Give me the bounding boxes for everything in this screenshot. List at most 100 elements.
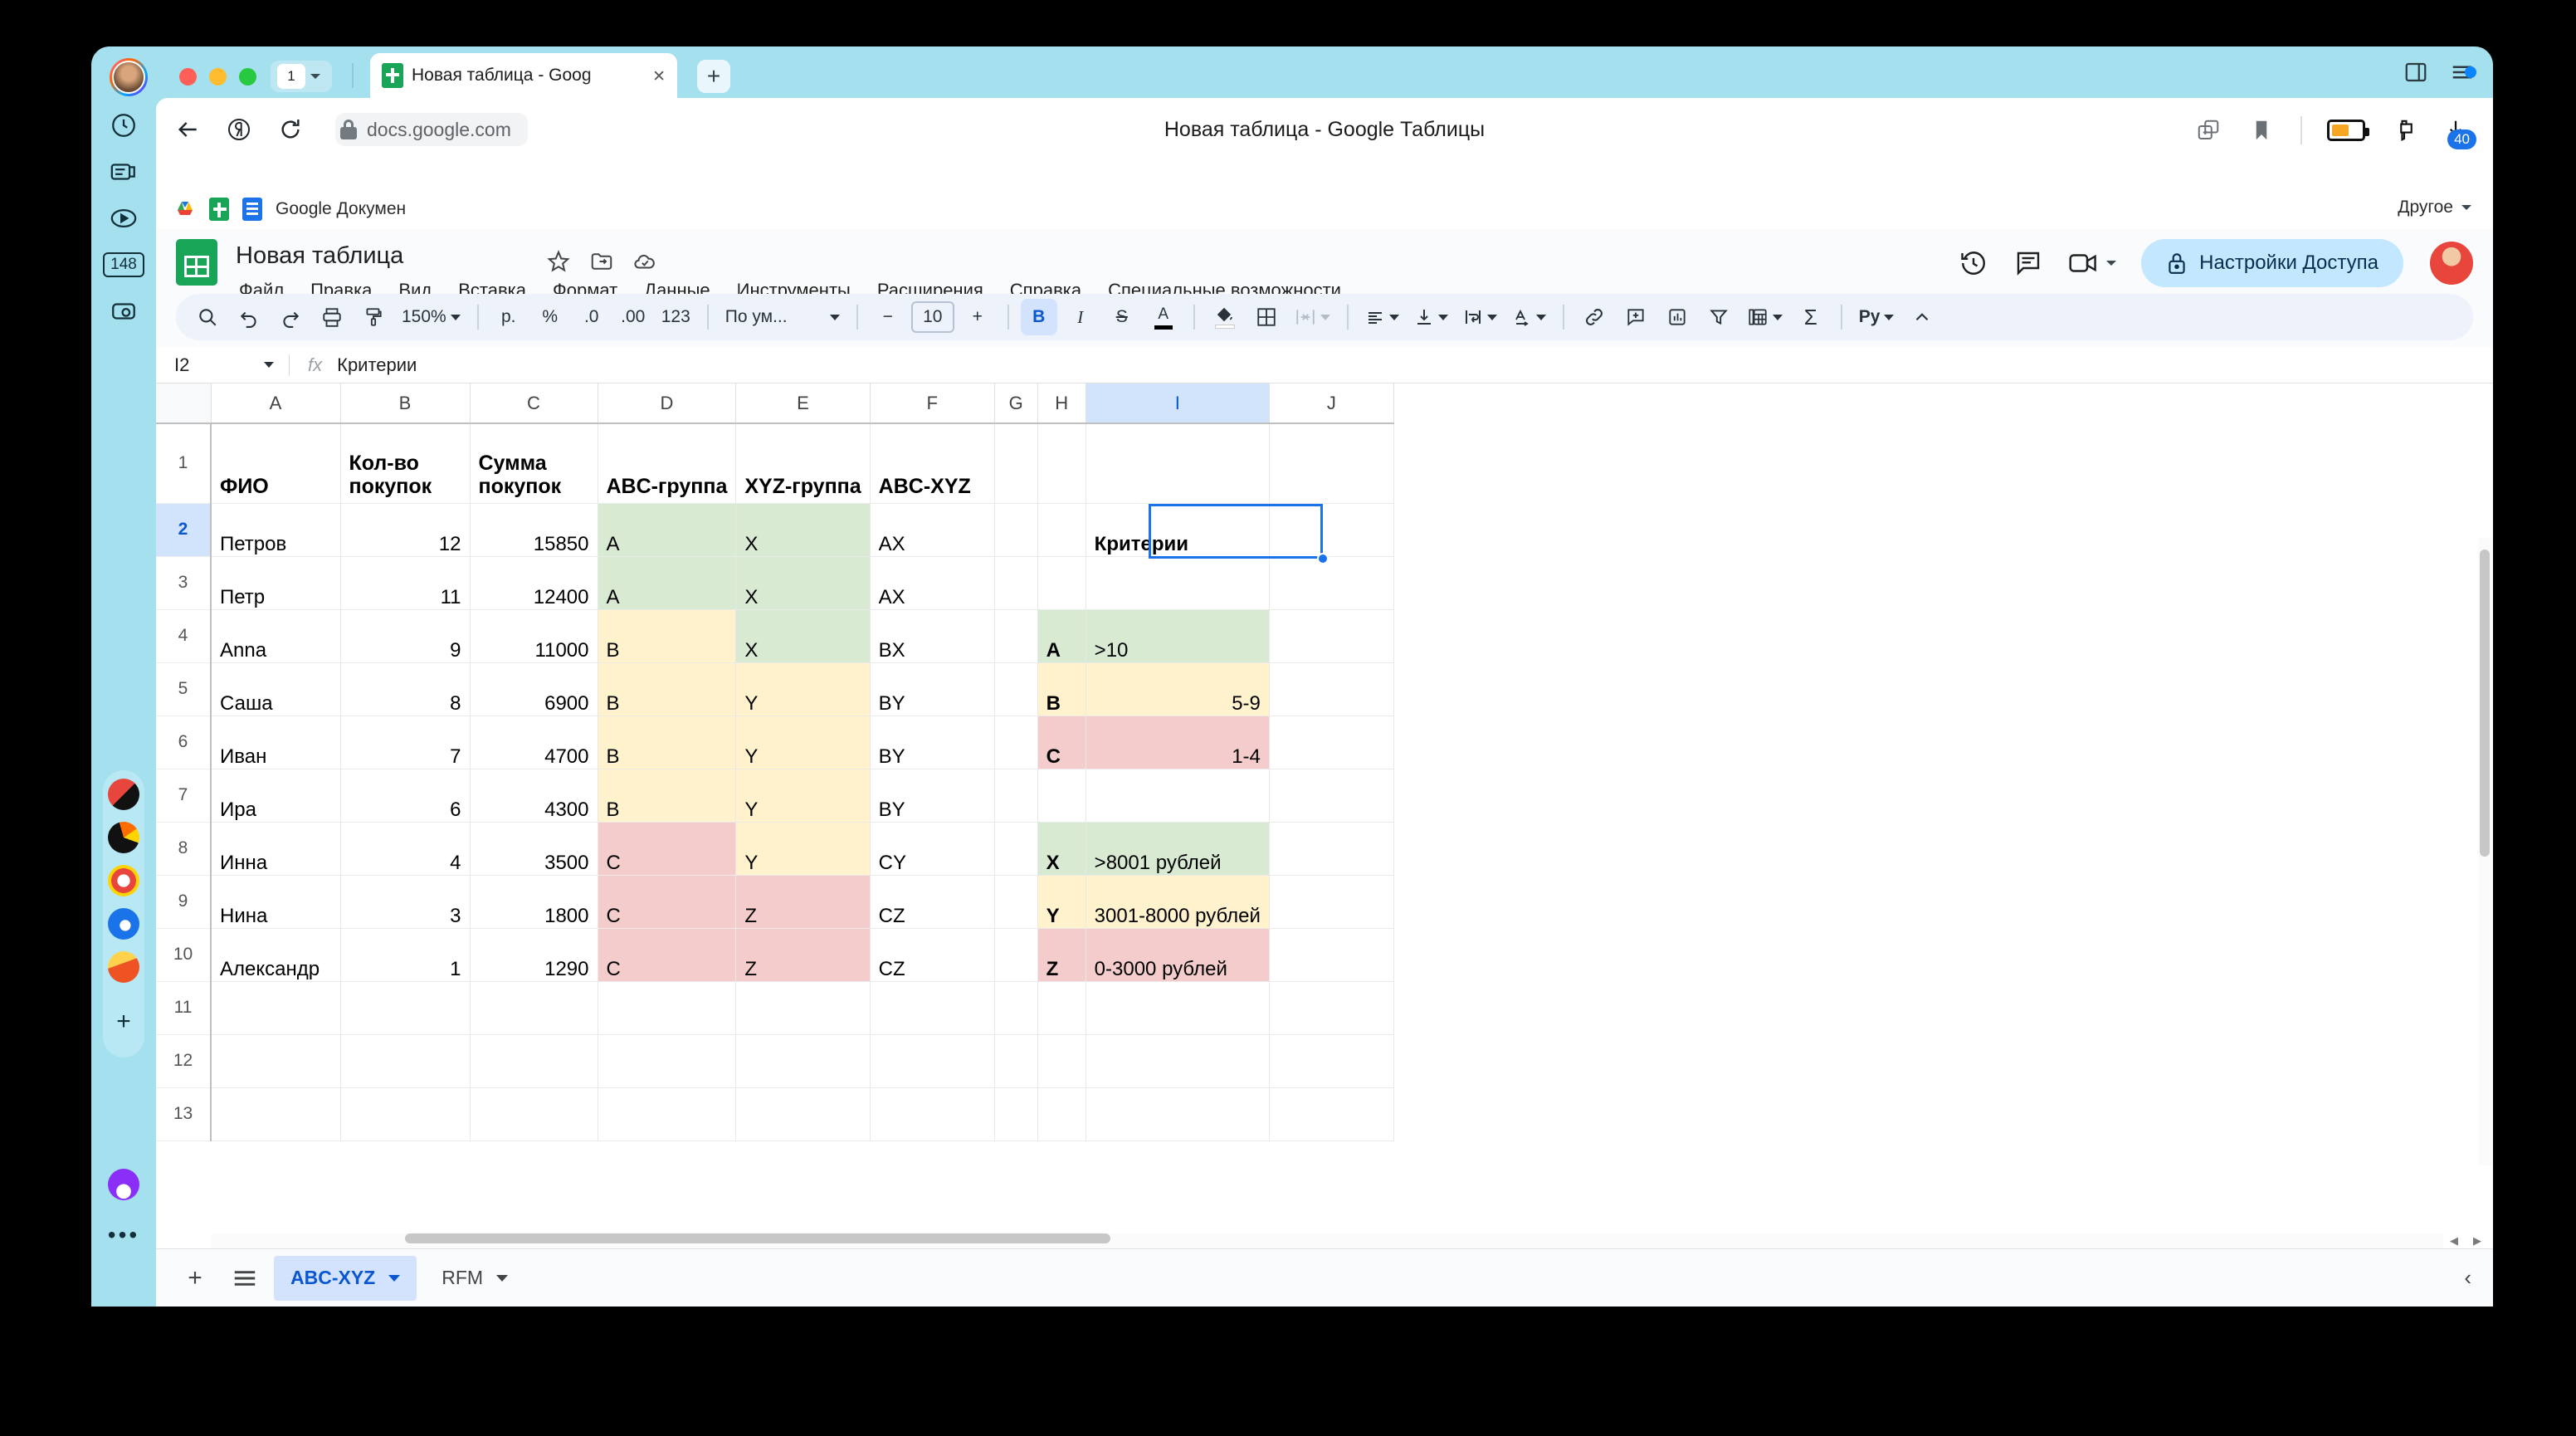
row-header-3[interactable]: 3: [156, 556, 212, 610]
column-header-h[interactable]: H: [1037, 383, 1086, 424]
cell-d5[interactable]: B: [598, 662, 737, 716]
vertical-align-button[interactable]: [1409, 299, 1453, 335]
row-header-10[interactable]: 10: [156, 928, 212, 982]
more-formats-button[interactable]: 123: [656, 299, 695, 335]
document-name[interactable]: Новая таблица: [236, 242, 403, 270]
cell-i3[interactable]: [1086, 556, 1270, 610]
cell-h12[interactable]: [1037, 1034, 1086, 1088]
cell-c4[interactable]: 11000: [470, 609, 598, 663]
cell-g9[interactable]: [994, 875, 1038, 929]
collapse-toolbar-icon[interactable]: [1904, 299, 1940, 335]
cell-h13[interactable]: [1037, 1087, 1086, 1141]
cell-e9[interactable]: Z: [735, 875, 871, 929]
insert-comment-icon[interactable]: [1617, 299, 1654, 335]
cell-c10[interactable]: 1290: [470, 928, 598, 982]
cell-j10[interactable]: [1269, 928, 1394, 982]
borders-button[interactable]: [1248, 299, 1285, 335]
decrease-decimal-button[interactable]: .0: [573, 299, 610, 335]
downloads-icon[interactable]: 40: [2443, 118, 2476, 149]
cell-j5[interactable]: [1269, 662, 1394, 716]
text-rotation-button[interactable]: [1507, 299, 1551, 335]
bookmarks-other-folder[interactable]: Другое: [2398, 198, 2471, 217]
cell-h6[interactable]: C: [1037, 716, 1086, 769]
cell-d4[interactable]: B: [598, 609, 737, 663]
fill-color-button[interactable]: [1207, 299, 1243, 335]
sheet-tab-rfm[interactable]: RFM: [425, 1256, 524, 1301]
cell-d1[interactable]: ABC-группа: [598, 423, 737, 504]
cell-e3[interactable]: X: [735, 556, 871, 610]
cell-f2[interactable]: AX: [870, 503, 995, 557]
fill-handle[interactable]: [1317, 553, 1329, 564]
sidebar-history-icon[interactable]: [103, 106, 144, 144]
bold-button[interactable]: B: [1020, 299, 1057, 335]
cell-h8[interactable]: X: [1037, 822, 1086, 876]
cell-e13[interactable]: [735, 1087, 871, 1141]
cell-d13[interactable]: [598, 1087, 737, 1141]
spreadsheet-grid[interactable]: A B C D E F G H I J 1 ФИО Кол-во покупок…: [156, 383, 2493, 1248]
cell-e7[interactable]: Y: [735, 769, 871, 823]
sidebar-more-icon[interactable]: •••: [108, 1222, 139, 1248]
cell-c12[interactable]: [470, 1034, 598, 1088]
new-tab-button[interactable]: +: [697, 60, 730, 93]
cell-b4[interactable]: 9: [340, 609, 471, 663]
cell-g3[interactable]: [994, 556, 1038, 610]
cell-d9[interactable]: C: [598, 875, 737, 929]
cell-g1[interactable]: [994, 423, 1038, 504]
column-header-c[interactable]: C: [470, 383, 598, 424]
increase-decimal-button[interactable]: .00: [615, 299, 651, 335]
cell-g4[interactable]: [994, 609, 1038, 663]
window-minimize-button[interactable]: [209, 68, 227, 85]
cell-g8[interactable]: [994, 822, 1038, 876]
version-history-icon[interactable]: [1959, 248, 1988, 278]
horizontal-align-button[interactable]: [1360, 299, 1404, 335]
cell-a10[interactable]: Александр: [211, 928, 341, 982]
row-header-13[interactable]: 13: [156, 1087, 212, 1141]
cell-e10[interactable]: Z: [735, 928, 871, 982]
cell-c7[interactable]: 4300: [470, 769, 598, 823]
cell-i4[interactable]: >10: [1086, 609, 1270, 663]
column-header-i[interactable]: I: [1086, 383, 1270, 424]
comments-icon[interactable]: [2013, 248, 2043, 278]
cell-e8[interactable]: Y: [735, 822, 871, 876]
text-color-button[interactable]: A: [1145, 299, 1182, 335]
column-header-f[interactable]: F: [870, 383, 995, 424]
sidebar-alice-icon[interactable]: [108, 1169, 139, 1200]
sidebar-reading-list-icon[interactable]: [103, 153, 144, 191]
font-family-select[interactable]: По ум...: [720, 299, 845, 335]
cell-e4[interactable]: X: [735, 609, 871, 663]
cell-j4[interactable]: [1269, 609, 1394, 663]
cell-j3[interactable]: [1269, 556, 1394, 610]
cell-b5[interactable]: 8: [340, 662, 471, 716]
sum-function-icon[interactable]: Σ: [1793, 299, 1829, 335]
add-sheet-button[interactable]: +: [174, 1258, 216, 1299]
tab-count-control[interactable]: 1: [271, 61, 332, 92]
text-wrapping-button[interactable]: [1458, 299, 1502, 335]
cell-a3[interactable]: Петр: [211, 556, 341, 610]
cell-b8[interactable]: 4: [340, 822, 471, 876]
cell-b3[interactable]: 11: [340, 556, 471, 610]
cell-h11[interactable]: [1037, 981, 1086, 1035]
cell-g2[interactable]: [994, 503, 1038, 557]
insert-link-icon[interactable]: [1576, 299, 1612, 335]
cell-b11[interactable]: [340, 981, 471, 1035]
cell-f6[interactable]: BY: [870, 716, 995, 769]
meet-button[interactable]: [2068, 250, 2117, 276]
user-avatar[interactable]: [2428, 240, 2475, 286]
paint-format-icon[interactable]: [355, 299, 392, 335]
cell-d8[interactable]: C: [598, 822, 737, 876]
cell-g7[interactable]: [994, 769, 1038, 823]
row-header-6[interactable]: 6: [156, 716, 212, 769]
cell-b2[interactable]: 12: [340, 503, 471, 557]
docs-bookmark-icon[interactable]: [242, 198, 262, 221]
cell-g6[interactable]: [994, 716, 1038, 769]
scroll-right-arrow[interactable]: ▶: [2466, 1233, 2488, 1248]
cell-j9[interactable]: [1269, 875, 1394, 929]
cell-g5[interactable]: [994, 662, 1038, 716]
cell-j11[interactable]: [1269, 981, 1394, 1035]
cell-h2[interactable]: [1037, 503, 1086, 557]
cell-g11[interactable]: [994, 981, 1038, 1035]
cell-a1[interactable]: ФИО: [211, 423, 341, 504]
cell-f8[interactable]: CY: [870, 822, 995, 876]
row-header-11[interactable]: 11: [156, 981, 212, 1035]
cell-f5[interactable]: BY: [870, 662, 995, 716]
